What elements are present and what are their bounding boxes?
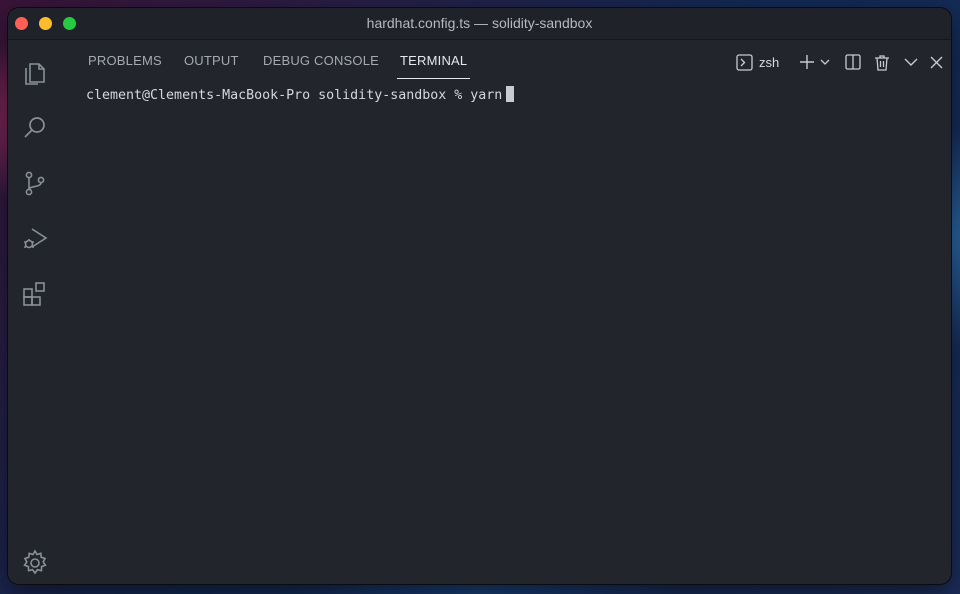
terminal-profile-dropdown[interactable] bbox=[820, 52, 830, 72]
trash-icon bbox=[874, 54, 890, 71]
terminal-output[interactable]: clement@Clements-MacBook-Pro solidity-sa… bbox=[86, 86, 941, 574]
tab-problems[interactable]: PROBLEMS bbox=[88, 53, 162, 68]
terminal-icon bbox=[736, 53, 753, 71]
chevron-down-icon bbox=[904, 55, 918, 69]
vscode-window: hardhat.config.ts — solidity-sandbox PRO… bbox=[8, 8, 951, 584]
close-panel-button[interactable] bbox=[930, 52, 943, 72]
maximize-panel-button[interactable] bbox=[904, 52, 918, 72]
window-title: hardhat.config.ts — solidity-sandbox bbox=[366, 15, 593, 31]
terminal-cursor bbox=[506, 86, 515, 102]
plus-icon bbox=[799, 54, 815, 70]
terminal-shell-selector[interactable]: zsh bbox=[736, 52, 779, 72]
panel-header: PROBLEMS OUTPUT DEBUG CONSOLE TERMINAL z… bbox=[63, 40, 951, 82]
extensions-icon[interactable] bbox=[20, 278, 50, 308]
split-terminal-button[interactable] bbox=[845, 52, 861, 72]
split-icon bbox=[845, 54, 861, 70]
activity-bar bbox=[8, 40, 63, 584]
tab-terminal[interactable]: TERMINAL bbox=[396, 53, 471, 79]
kill-terminal-button[interactable] bbox=[874, 52, 890, 72]
tab-debug-console[interactable]: DEBUG CONSOLE bbox=[263, 53, 379, 68]
close-icon bbox=[930, 56, 943, 69]
files-icon[interactable] bbox=[20, 58, 50, 88]
source-control-icon[interactable] bbox=[20, 168, 50, 198]
shell-name: zsh bbox=[759, 54, 780, 70]
run-debug-icon[interactable] bbox=[20, 223, 50, 253]
terminal-prompt: clement@Clements-MacBook-Pro solidity-sa… bbox=[86, 88, 471, 103]
tab-output[interactable]: OUTPUT bbox=[184, 53, 239, 68]
terminal-input: yarn bbox=[470, 88, 503, 103]
gear-icon[interactable] bbox=[20, 548, 50, 578]
new-terminal-button[interactable] bbox=[799, 52, 815, 72]
title-bar: hardhat.config.ts — solidity-sandbox bbox=[8, 8, 951, 40]
search-icon[interactable] bbox=[20, 113, 50, 143]
chevron-down-icon bbox=[820, 57, 830, 67]
